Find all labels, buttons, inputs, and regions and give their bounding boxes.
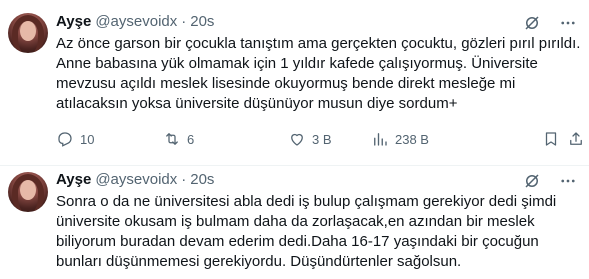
reply-button[interactable]: 10 <box>56 130 94 148</box>
share-button[interactable] <box>567 130 585 148</box>
share-icon <box>570 132 582 145</box>
author-handle[interactable]: @aysevoidx <box>95 13 177 30</box>
tweet-actions: 10 6 3 B 238 B <box>56 130 582 150</box>
grok-icon[interactable] <box>523 172 541 190</box>
heart-icon <box>291 133 303 146</box>
avatar[interactable] <box>8 172 48 212</box>
like-button[interactable]: 3 B <box>288 130 332 148</box>
tweet-text: Az önce garson bir çocukla tanıştım ama … <box>56 35 584 112</box>
separator-dot: · <box>181 13 187 30</box>
author-name[interactable]: Ayşe <box>56 171 91 188</box>
timestamp[interactable]: 20s <box>190 171 214 188</box>
separator-dot: · <box>181 171 187 188</box>
tweet-text: Sonra o da ne üniversitesi abla dedi iş … <box>56 193 561 270</box>
tweet-2[interactable]: Ayşe @aysevoidx · 20s Sonra o da ne üniv… <box>0 166 589 279</box>
views-icon <box>374 133 387 146</box>
more-icon[interactable] <box>559 14 577 32</box>
like-count: 3 B <box>312 131 332 147</box>
bookmark-icon <box>545 132 557 146</box>
header-actions <box>523 172 577 190</box>
grok-icon[interactable] <box>523 14 541 32</box>
timestamp[interactable]: 20s <box>190 13 214 30</box>
views-button[interactable]: 238 B <box>371 130 429 148</box>
tweet-header: Ayşe @aysevoidx · 20s <box>56 171 214 188</box>
views-count: 238 B <box>395 131 429 147</box>
header-actions <box>523 14 577 32</box>
retweet-icon <box>166 133 178 145</box>
reply-count: 10 <box>80 131 95 147</box>
author-name[interactable]: Ayşe <box>56 13 91 30</box>
tweet-1[interactable]: Ayşe @aysevoidx · 20s Az önce garson bir… <box>0 0 589 166</box>
tweet-header: Ayşe @aysevoidx · 20s <box>56 13 214 30</box>
retweet-button[interactable]: 6 <box>163 130 194 148</box>
avatar[interactable] <box>8 13 48 53</box>
author-handle[interactable]: @aysevoidx <box>95 171 177 188</box>
bookmark-button[interactable] <box>542 130 560 148</box>
retweet-count: 6 <box>187 131 195 147</box>
reply-icon <box>58 132 72 147</box>
more-icon[interactable] <box>559 172 577 190</box>
